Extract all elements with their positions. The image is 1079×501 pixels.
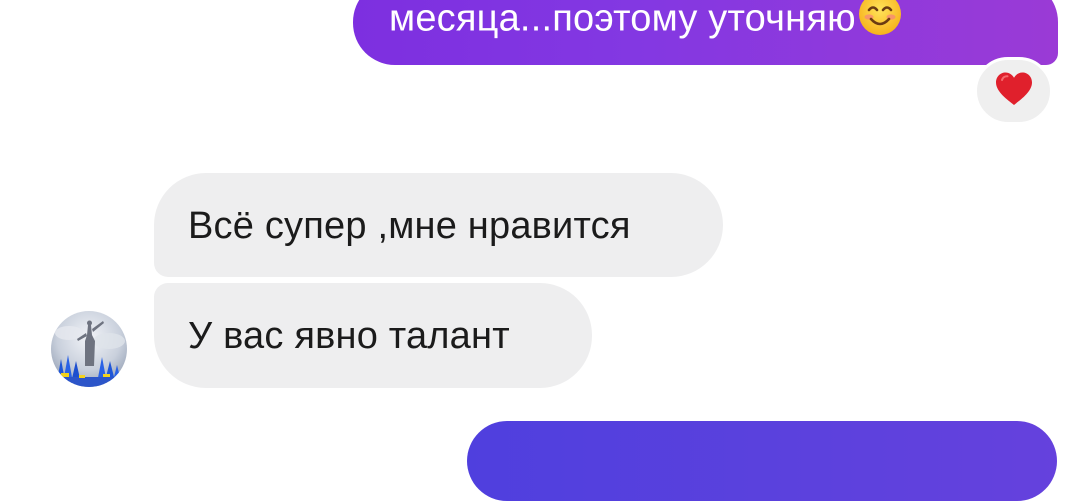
- incoming-message-bubble[interactable]: Всё супер ,мне нравится: [154, 173, 723, 277]
- outgoing-message-bubble[interactable]: месяца...поэтому уточняю: [353, 0, 1058, 65]
- contact-avatar[interactable]: [51, 311, 127, 387]
- message-text: У вас явно талант: [188, 315, 510, 357]
- message-text: Всё супер ,мне нравится: [188, 205, 631, 247]
- incoming-message-bubble[interactable]: У вас явно талант: [154, 283, 592, 388]
- red-heart-icon: [994, 71, 1034, 112]
- message-reaction[interactable]: [974, 57, 1053, 125]
- smiling-face-icon: [858, 0, 902, 43]
- message-text: месяца...поэтому уточняю: [389, 0, 856, 40]
- outgoing-message-bubble[interactable]: [467, 421, 1057, 501]
